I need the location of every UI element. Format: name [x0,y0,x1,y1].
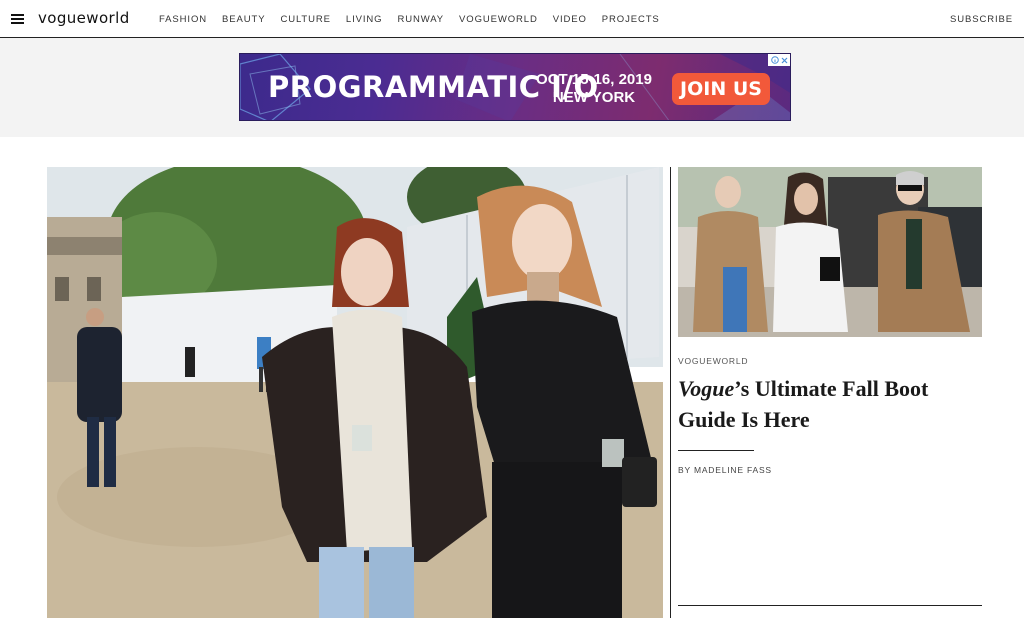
top-navigation-bar: vogueworld FASHION BEAUTY CULTURE LIVING… [0,0,1024,38]
side-story-section-label[interactable]: VOGUEWORLD [678,356,748,366]
headline-underline-rule [678,450,754,451]
hero-image[interactable] [47,167,663,618]
nav-item-beauty[interactable]: BEAUTY [222,14,265,25]
ad-join-button[interactable]: JOIN US [672,73,770,105]
nav-item-projects[interactable]: PROJECTS [602,14,660,25]
column-divider [670,167,671,618]
nav-item-living[interactable]: LIVING [346,14,383,25]
site-logo[interactable]: vogueworld [38,9,130,27]
side-story-image[interactable] [678,167,982,337]
ad-choices-icon[interactable] [768,54,790,66]
ad-banner[interactable]: PROGRAMMATIC I/O OCT 15-16, 2019 NEW YOR… [239,53,791,121]
headline-italic-part: Vogue [678,376,735,401]
nav-item-vogueworld[interactable]: VOGUEWORLD [459,14,538,25]
nav-item-culture[interactable]: CULTURE [280,14,330,25]
nav-item-fashion[interactable]: FASHION [159,14,207,25]
side-story-byline: BY MADELINE FASS [678,465,772,475]
street-style-photo [47,167,663,618]
menu-icon[interactable] [11,14,24,24]
info-icon [770,56,779,64]
main-nav: FASHION BEAUTY CULTURE LIVING RUNWAY VOG… [159,14,675,25]
ad-date: OCT 15-16, 2019 [536,71,652,88]
ad-location: NEW YORK [552,89,636,106]
side-column-bottom-rule [678,605,982,606]
nav-item-runway[interactable]: RUNWAY [397,14,444,25]
side-story-headline[interactable]: Vogue’s Ultimate Fall Boot Guide Is Here [678,373,978,435]
ad-banner-area: PROGRAMMATIC I/O OCT 15-16, 2019 NEW YOR… [0,38,1024,137]
subscribe-link[interactable]: SUBSCRIBE [950,14,1013,25]
nav-item-video[interactable]: VIDEO [553,14,587,25]
street-style-thumbnail [678,167,982,337]
close-icon [781,57,787,63]
